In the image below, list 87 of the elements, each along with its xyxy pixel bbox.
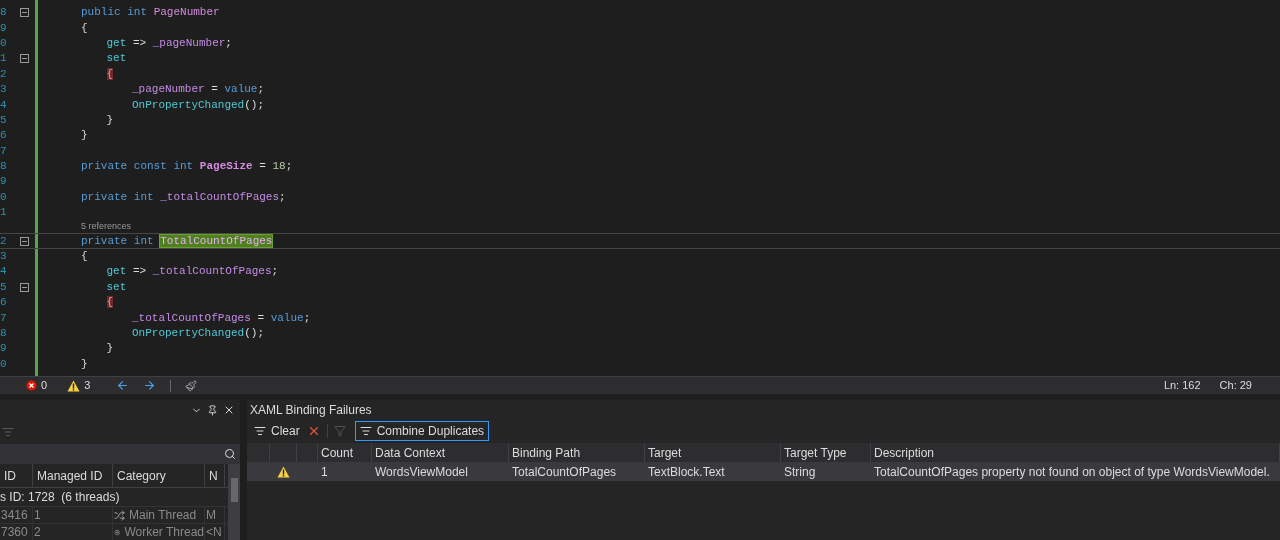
collapse-icon[interactable] <box>19 8 29 18</box>
code-line: _totalCountOfPages = value; <box>132 312 311 324</box>
column-header[interactable]: ID <box>0 464 33 487</box>
collapse-icon[interactable] <box>19 282 29 292</box>
forward-arrow-icon[interactable] <box>143 379 157 392</box>
line-number: 0 <box>0 358 8 370</box>
combine-duplicates-toggle[interactable]: Combine Duplicates <box>354 421 490 441</box>
code-line: set <box>106 281 127 293</box>
line-number: 1 <box>0 207 8 219</box>
code-line: } <box>106 114 114 126</box>
code-line: get => _totalCountOfPages; <box>106 266 279 278</box>
line-number: 6 <box>0 130 8 142</box>
column-header[interactable]: N <box>205 464 225 487</box>
line-number: 4 <box>0 99 8 111</box>
list-icon <box>359 425 372 437</box>
line-number: 7 <box>0 312 8 324</box>
table-cell-text: 3416 <box>1 507 28 524</box>
code-line: _pageNumber = value; <box>132 84 265 96</box>
scrollbar[interactable] <box>228 464 240 540</box>
code-line: private const int PageSize = 18; <box>81 161 293 173</box>
process-group-row[interactable]: s ID: 1728 (6 threads) <box>0 488 120 506</box>
line-number: 8 <box>0 328 8 339</box>
line-number: 2 <box>0 68 8 80</box>
table-cell-text: <N <box>206 524 222 540</box>
code-line: private int TotalCountOfPages <box>81 235 273 247</box>
table-cell-text: WordsViewModel <box>375 463 468 481</box>
gear-icon <box>114 526 121 538</box>
column-header[interactable]: Managed ID <box>33 464 113 487</box>
table-cell-text: String <box>784 463 816 481</box>
line-number: 0 <box>0 191 8 203</box>
line-number: 8 <box>0 161 8 173</box>
table-cell-text: M <box>206 507 216 524</box>
code-line: { <box>81 251 88 263</box>
line-number: 0 <box>0 37 8 49</box>
line-number: 2 <box>0 235 8 247</box>
table-cell-text: 1 <box>34 507 41 524</box>
code-line: } <box>81 130 88 142</box>
warning-icon <box>67 379 81 392</box>
table-cell-text: TotalCountOfPages property not found on object of type WordsViewModel. <box>874 463 1270 481</box>
line-number: 1 <box>0 53 8 65</box>
panel-title: XAML Binding Failures <box>250 402 372 419</box>
line-number: 9 <box>0 176 8 188</box>
line-indicator: Ln: 162 <box>1163 378 1201 394</box>
pin-icon[interactable] <box>207 404 218 416</box>
line-number: 8 <box>0 7 8 19</box>
list-icon <box>254 425 266 437</box>
search-icon[interactable] <box>224 448 236 460</box>
line-number: 3 <box>0 84 8 96</box>
clear-button[interactable]: Clear <box>253 422 301 440</box>
main-thread-icon <box>114 509 125 521</box>
code-line: } <box>81 358 88 370</box>
column-indicator: Ch: 29 <box>1219 378 1252 394</box>
code-line: private int _totalCountOfPages; <box>81 191 286 203</box>
line-number: 4 <box>0 266 8 278</box>
back-arrow-icon[interactable] <box>116 379 130 392</box>
line-number: 7 <box>0 145 8 157</box>
code-line: public int PageNumber <box>81 7 220 19</box>
table-cell-text: 2 <box>34 524 41 540</box>
close-icon[interactable] <box>223 404 235 416</box>
line-number: 9 <box>0 22 8 34</box>
error-count[interactable]: 0 <box>41 377 48 394</box>
warning-count[interactable]: 3 <box>84 377 91 394</box>
table-cell-text: Main Thread <box>129 507 197 524</box>
line-number: 5 <box>0 281 8 293</box>
code-line: { <box>81 22 88 34</box>
line-number: 6 <box>0 297 8 309</box>
table-cell-text: Worker Thread <box>124 524 204 540</box>
code-line: OnPropertyChanged(); <box>132 99 265 111</box>
line-number: 5 <box>0 114 8 126</box>
collapse-icon[interactable] <box>19 236 29 246</box>
code-line: } <box>106 343 114 355</box>
table-cell-text: TextBlock.Text <box>648 463 725 481</box>
line-number: 3 <box>0 251 8 263</box>
code-line: set <box>106 53 127 65</box>
column-header[interactable]: Category <box>113 464 205 487</box>
code-line: get => _pageNumber; <box>106 37 232 49</box>
table-cell-text: TotalCountOfPages <box>512 463 617 481</box>
warning-icon <box>277 465 290 478</box>
brush-dropdown-icon[interactable] <box>185 379 198 392</box>
error-icon <box>26 380 37 391</box>
table-cell-text: 1 <box>321 463 328 481</box>
collapse-icon[interactable] <box>19 54 29 64</box>
search-field[interactable] <box>0 444 240 464</box>
code-line: OnPropertyChanged(); <box>132 328 265 339</box>
codelens-references[interactable]: 5 references <box>81 222 132 232</box>
line-number: 9 <box>0 343 8 355</box>
table-cell-text: 7360 <box>1 524 28 540</box>
